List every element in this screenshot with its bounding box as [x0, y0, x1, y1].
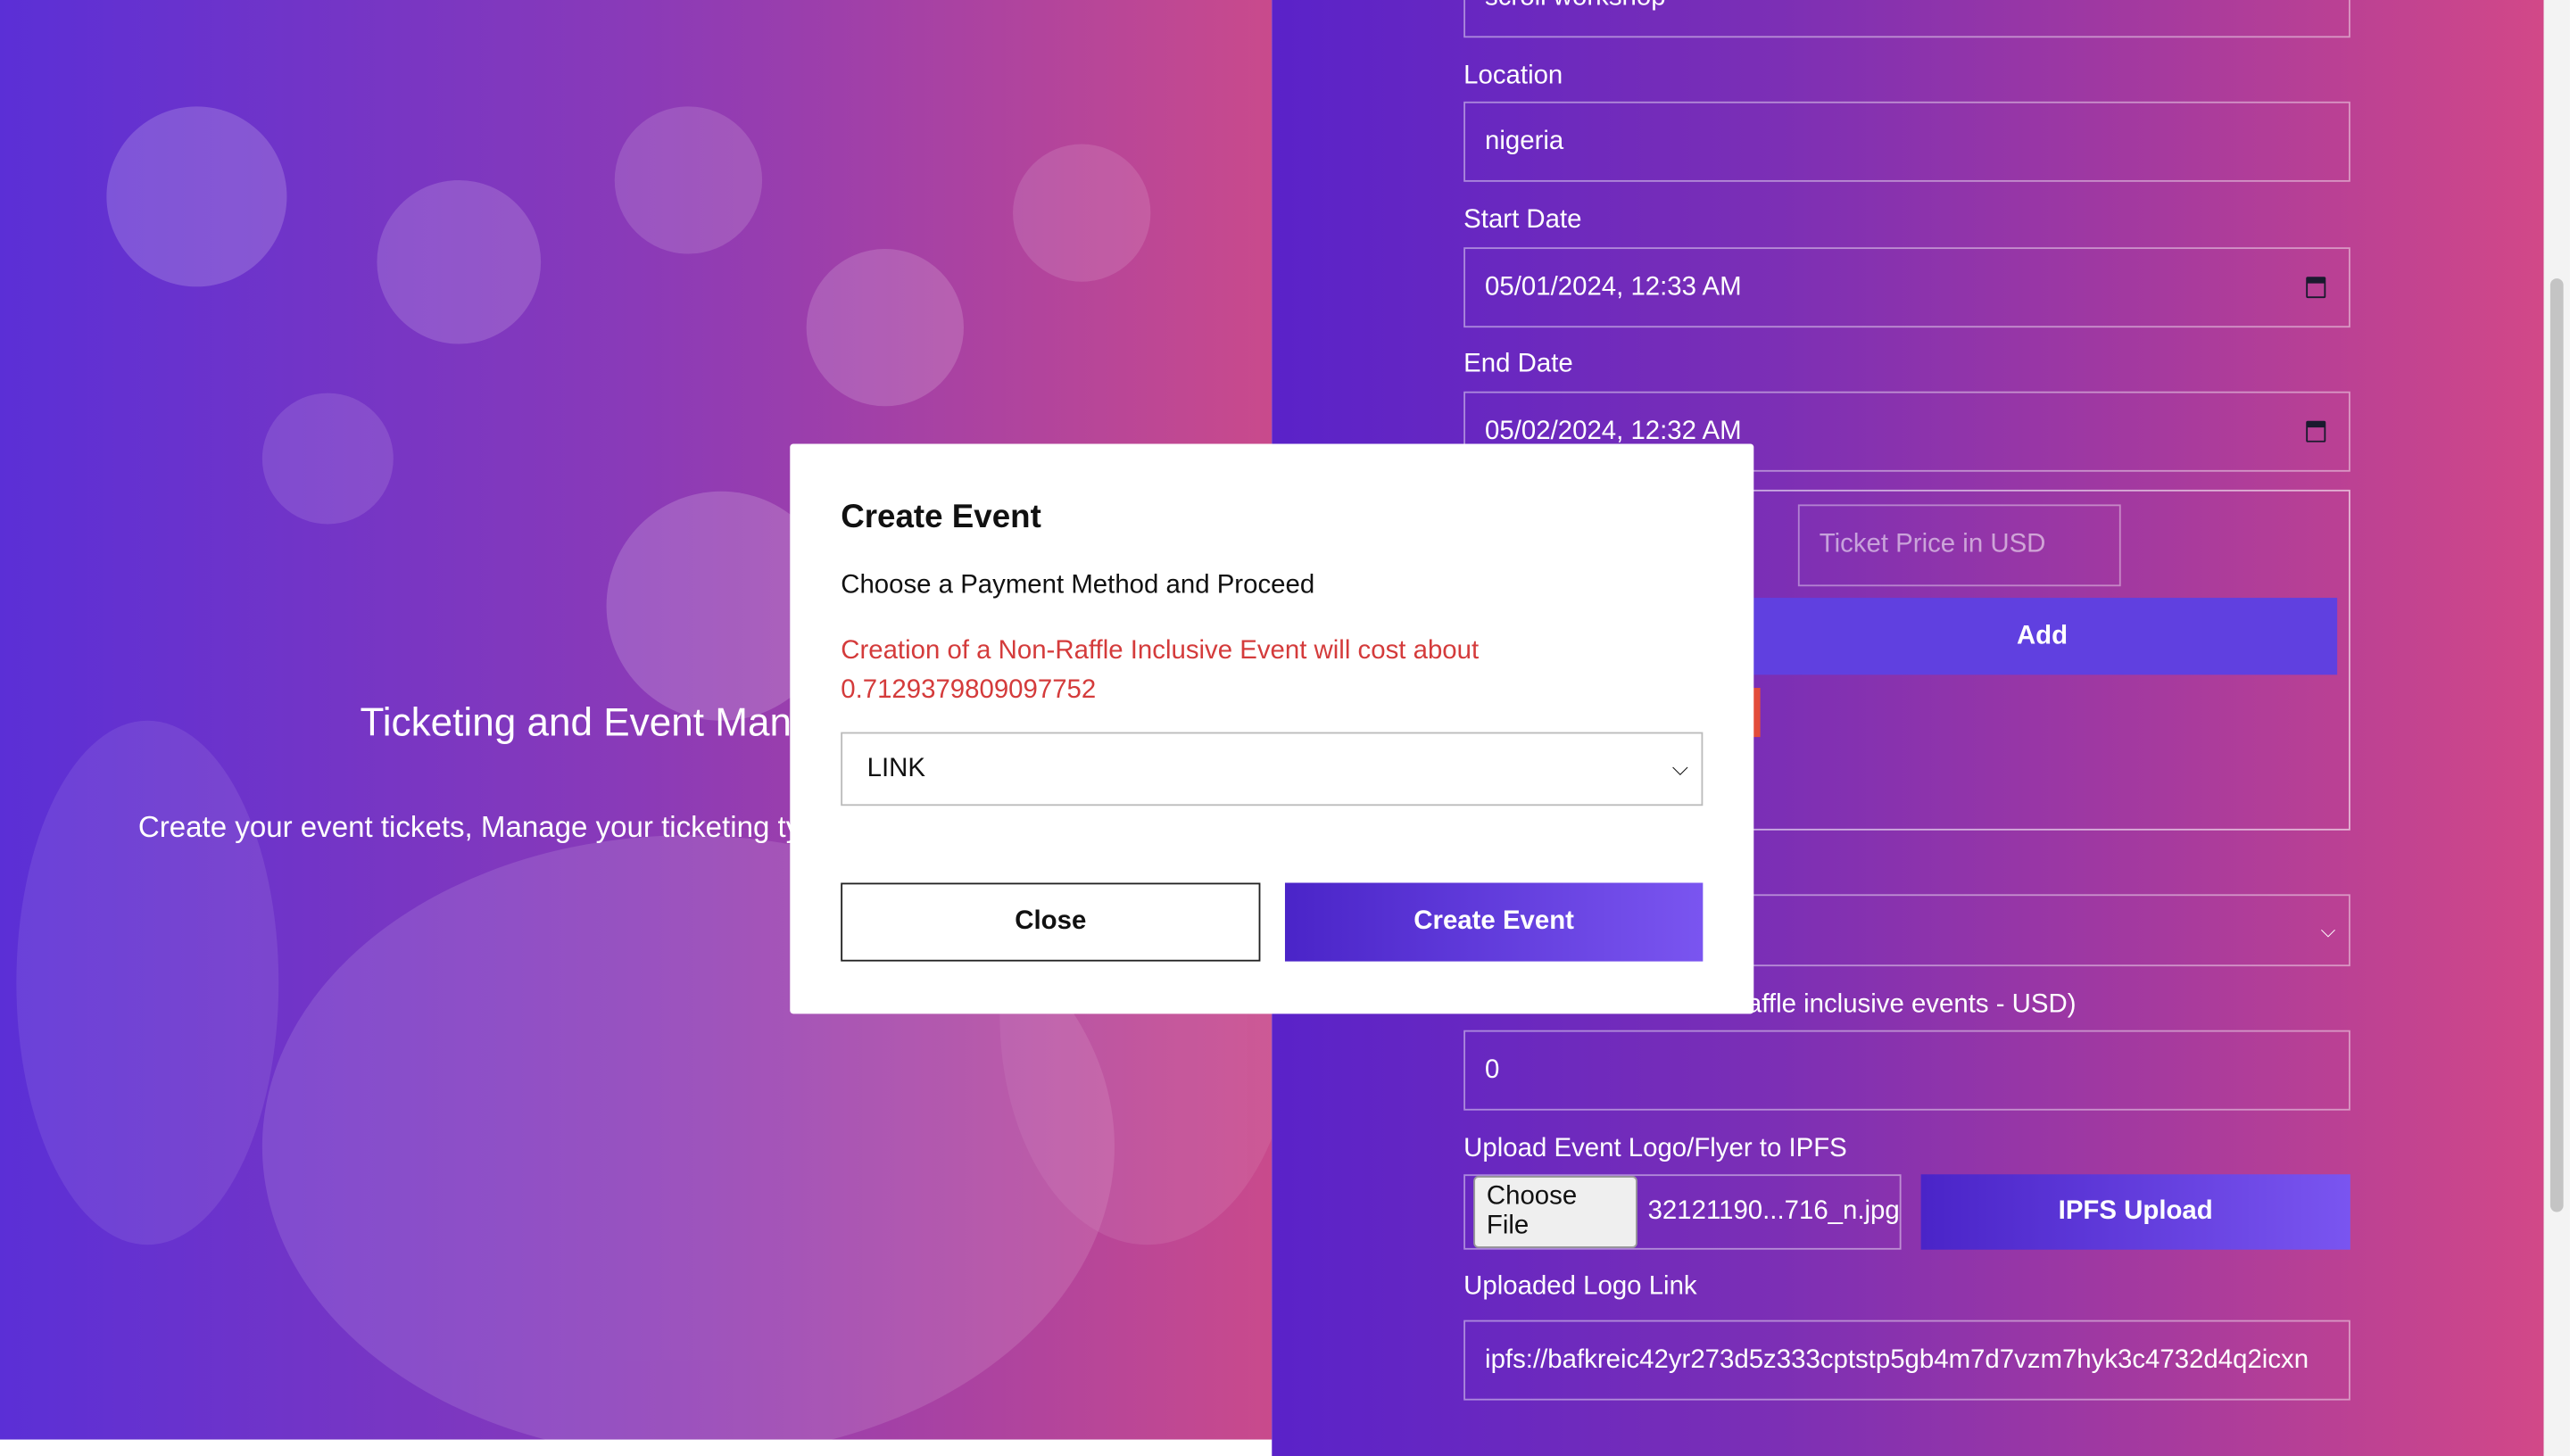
raffle-price-label: affle inclusive events - USD) — [1746, 990, 2077, 1019]
payment-method-select[interactable]: LINK ⌵ — [841, 732, 1704, 807]
cost-warning: Creation of a Non-Raffle Inclusive Event… — [841, 637, 1480, 705]
upload-logo-label: Upload Event Logo/Flyer to IPFS — [1463, 1135, 1847, 1163]
calendar-icon[interactable] — [2306, 420, 2326, 443]
scrollbar-thumb[interactable] — [2549, 278, 2564, 1212]
file-name: 32121190...716_n.jpg — [1647, 1196, 1900, 1226]
raffle-select[interactable]: ⌵ — [1746, 894, 2350, 967]
location-input[interactable]: nigeria — [1463, 101, 2350, 182]
raffle-price-input[interactable]: 0 — [1463, 1030, 2350, 1111]
chevron-down-icon: ⌵ — [2320, 918, 2336, 942]
add-ticket-button[interactable]: Add — [1746, 598, 2338, 675]
chevron-down-icon: ⌵ — [1671, 755, 1688, 780]
modal-title: Create Event — [841, 499, 1041, 536]
choose-file-button[interactable]: Choose File — [1473, 1176, 1638, 1248]
uploaded-logo-link-label: Uploaded Logo Link — [1463, 1272, 1697, 1301]
create-event-modal: Create Event Choose a Payment Method and… — [790, 443, 1754, 1014]
close-button[interactable]: Close — [841, 882, 1261, 962]
start-date-input[interactable]: 05/01/2024, 12:33 AM — [1463, 247, 2350, 328]
ipfs-upload-button[interactable]: IPFS Upload — [1920, 1174, 2350, 1250]
page: Ticketing and Event Manageme Create your… — [0, 0, 2570, 1456]
calendar-icon[interactable] — [2306, 277, 2326, 299]
event-name-input[interactable]: scroll workshop — [1463, 0, 2350, 38]
start-date-value: 05/01/2024, 12:33 AM — [1485, 272, 1742, 301]
modal-subtitle: Choose a Payment Method and Proceed — [841, 571, 1315, 600]
end-date-label: End Date — [1463, 350, 1573, 379]
payment-method-value: LINK — [866, 754, 925, 782]
location-label: Location — [1463, 62, 1563, 90]
start-date-label: Start Date — [1463, 206, 1582, 235]
ticket-price-input[interactable]: Ticket Price in USD — [1797, 504, 2121, 587]
file-input[interactable]: Choose File 32121190...716_n.jpg — [1463, 1174, 1902, 1250]
end-date-value: 05/02/2024, 12:32 AM — [1485, 417, 1742, 445]
hero-bottom-strip — [0, 1439, 1273, 1456]
uploaded-logo-link-input[interactable]: ipfs://bafkreic42yr273d5z333cptstp5gb4m7… — [1463, 1320, 2350, 1401]
create-event-button[interactable]: Create Event — [1284, 882, 1704, 962]
